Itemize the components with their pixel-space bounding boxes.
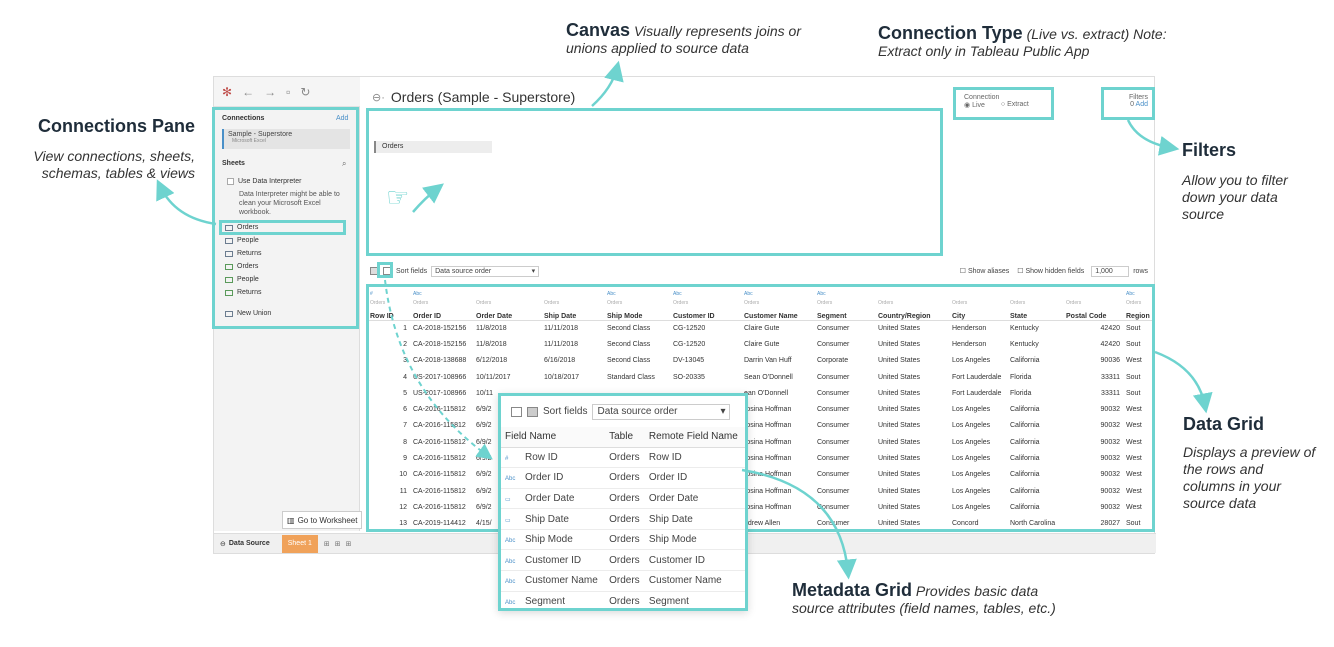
filters-arrow — [1126, 119, 1180, 156]
data-grid-arrow — [1154, 350, 1213, 414]
drag-arrow — [412, 183, 444, 213]
metadata-arrow — [741, 468, 857, 580]
connections-arrow — [156, 179, 217, 226]
annotation-arrows — [156, 60, 1213, 580]
metadata-dashed-arrow — [384, 279, 493, 460]
canvas-arrow — [591, 60, 624, 107]
